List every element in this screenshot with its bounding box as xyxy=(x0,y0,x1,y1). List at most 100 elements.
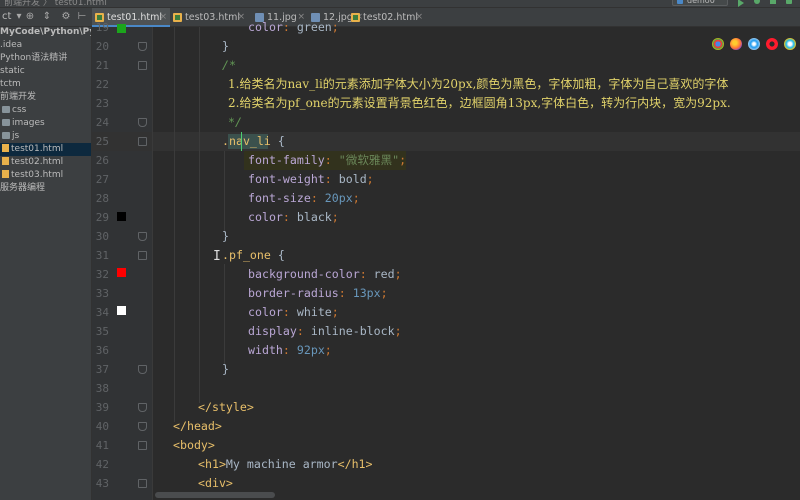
text-caret xyxy=(241,132,242,151)
project-tree: MyCode\Python\PyCharm .idea Python语法精讲 s… xyxy=(0,27,92,500)
color-swatch-red[interactable] xyxy=(117,268,126,277)
code-line-34[interactable]: color: white; xyxy=(248,303,339,322)
line-number: 29 xyxy=(95,211,109,224)
line-number: 33 xyxy=(95,287,109,300)
fold-marker[interactable] xyxy=(138,441,147,450)
close-icon[interactable]: × xyxy=(159,8,167,27)
folder-icon xyxy=(2,119,10,126)
gutter-separator xyxy=(152,27,153,500)
fold-marker[interactable] xyxy=(138,365,147,374)
indent-guide xyxy=(174,27,175,422)
line-number: 23 xyxy=(95,97,109,110)
code-line-21[interactable]: /* xyxy=(222,56,236,75)
hide-icon[interactable]: ⊢ xyxy=(77,12,87,22)
tree-item-test02-html[interactable]: test02.html xyxy=(0,156,91,169)
code-line-23[interactable]: 2.给类名为pf_one的元素设置背景色红色，边框圆角13px,字体白色，转为行… xyxy=(228,94,731,113)
code-line-32[interactable]: background-color: red; xyxy=(248,265,402,284)
line-number: 28 xyxy=(95,192,109,205)
close-icon[interactable]: × xyxy=(237,8,245,27)
line-number: 32 xyxy=(95,268,109,281)
folder-icon xyxy=(2,132,10,139)
editor-tab-bar: test01.html × test03.html × 11.jpg × 12.… xyxy=(92,8,800,27)
code-line-36[interactable]: width: 92px; xyxy=(248,341,332,360)
chevron-down-icon[interactable]: ▾ xyxy=(14,12,24,22)
code-line-24[interactable]: */ xyxy=(228,113,242,132)
code-line-35[interactable]: display: inline-block; xyxy=(248,322,402,341)
code-line-39[interactable]: </style> xyxy=(198,398,254,417)
collapse-icon[interactable]: ⇕ xyxy=(42,12,52,22)
project-view-select[interactable]: ct xyxy=(2,11,11,22)
horizontal-scrollbar-thumb[interactable] xyxy=(155,492,275,498)
fold-marker[interactable] xyxy=(138,251,147,260)
firefox-icon[interactable] xyxy=(730,38,742,50)
title-bar: 前端开发 〉 test01.html demo0 xyxy=(0,0,800,8)
tree-item-frontend[interactable]: 前端开发 xyxy=(0,91,91,104)
fold-marker[interactable] xyxy=(138,403,147,412)
tree-item-tctm[interactable]: tctm xyxy=(0,78,91,91)
color-swatch-black[interactable] xyxy=(117,212,126,221)
locate-icon[interactable]: ⊕ xyxy=(25,12,35,22)
run-icon[interactable] xyxy=(738,0,744,7)
tree-item-js[interactable]: js xyxy=(0,130,91,143)
code-line-28[interactable]: font-size: 20px; xyxy=(248,189,360,208)
code-line-42[interactable]: <h1>My machine armor</h1> xyxy=(198,455,373,474)
color-swatch-green[interactable] xyxy=(117,24,126,33)
line-number: 22 xyxy=(95,78,109,91)
code-line-20[interactable]: } xyxy=(222,37,229,56)
html-file-icon xyxy=(351,13,360,22)
close-icon[interactable]: × xyxy=(415,8,423,27)
code-line-26[interactable]: font-family: "微软雅黑"; xyxy=(248,151,406,170)
fold-marker[interactable] xyxy=(138,118,147,127)
coverage-icon[interactable] xyxy=(770,0,776,4)
tree-item-test03-html[interactable]: test03.html xyxy=(0,169,91,182)
color-swatch-white[interactable] xyxy=(117,306,126,315)
safari-icon[interactable] xyxy=(748,38,760,50)
gear-icon[interactable]: ⚙ xyxy=(61,12,71,22)
tree-item-css[interactable]: css xyxy=(0,104,91,117)
run-configuration-select[interactable]: demo0 xyxy=(672,0,728,6)
code-line-27[interactable]: font-weight: bold; xyxy=(248,170,374,189)
stop-icon[interactable] xyxy=(786,0,792,4)
tab-test03-html[interactable]: test03.html × xyxy=(170,8,248,27)
tab-test02-html[interactable]: test02.html × xyxy=(348,8,426,27)
opera-icon[interactable] xyxy=(766,38,778,50)
line-number: 37 xyxy=(95,363,109,376)
line-number: 35 xyxy=(95,325,109,338)
indent-guide xyxy=(199,27,200,403)
fold-marker[interactable] xyxy=(138,61,147,70)
line-number: 40 xyxy=(95,420,109,433)
code-line-30[interactable]: } xyxy=(222,227,229,246)
code-line-37[interactable]: } xyxy=(222,360,229,379)
chrome-icon[interactable] xyxy=(712,38,724,50)
ie-icon[interactable] xyxy=(784,38,796,50)
tree-item-idea[interactable]: .idea xyxy=(0,39,91,52)
code-line-19[interactable]: color: green; xyxy=(248,18,339,37)
fold-marker[interactable] xyxy=(138,422,147,431)
debug-icon[interactable] xyxy=(754,0,760,4)
code-line-22[interactable]: 1.给类名为nav_li的元素添加字体大小为20px,颜色为黑色，字体加粗，字体… xyxy=(228,75,728,94)
html-file-icon xyxy=(2,144,9,152)
fold-marker[interactable] xyxy=(138,42,147,51)
fold-marker[interactable] xyxy=(138,137,147,146)
tree-item-images[interactable]: images xyxy=(0,117,91,130)
code-line-41[interactable]: <body> xyxy=(173,436,215,455)
line-number: 39 xyxy=(95,401,109,414)
line-number: 19 xyxy=(95,21,109,34)
code-line-43[interactable]: <div> xyxy=(198,474,233,493)
code-line-31[interactable]: .pf_one { xyxy=(222,246,285,265)
code-line-29[interactable]: color: black; xyxy=(248,208,339,227)
code-line-25[interactable]: .nav_li { xyxy=(222,132,285,151)
tree-item-test01-html[interactable]: test01.html xyxy=(0,143,91,156)
tree-item-server-programming[interactable]: 服务器编程 xyxy=(0,182,91,195)
fold-marker[interactable] xyxy=(138,479,147,488)
tree-root-item[interactable]: MyCode\Python\PyCharm xyxy=(0,27,91,39)
code-line-33[interactable]: border-radius: 13px; xyxy=(248,284,388,303)
code-line-40[interactable]: </head> xyxy=(173,417,222,436)
navigation-breadcrumb[interactable]: 前端开发 〉 test01.html xyxy=(4,0,107,7)
line-number: 31 xyxy=(95,249,109,262)
fold-marker[interactable] xyxy=(138,232,147,241)
folder-icon xyxy=(2,106,10,113)
line-number: 27 xyxy=(95,173,109,186)
tree-item-static[interactable]: static xyxy=(0,65,91,78)
tree-item-python-syntax[interactable]: Python语法精讲 xyxy=(0,52,91,65)
